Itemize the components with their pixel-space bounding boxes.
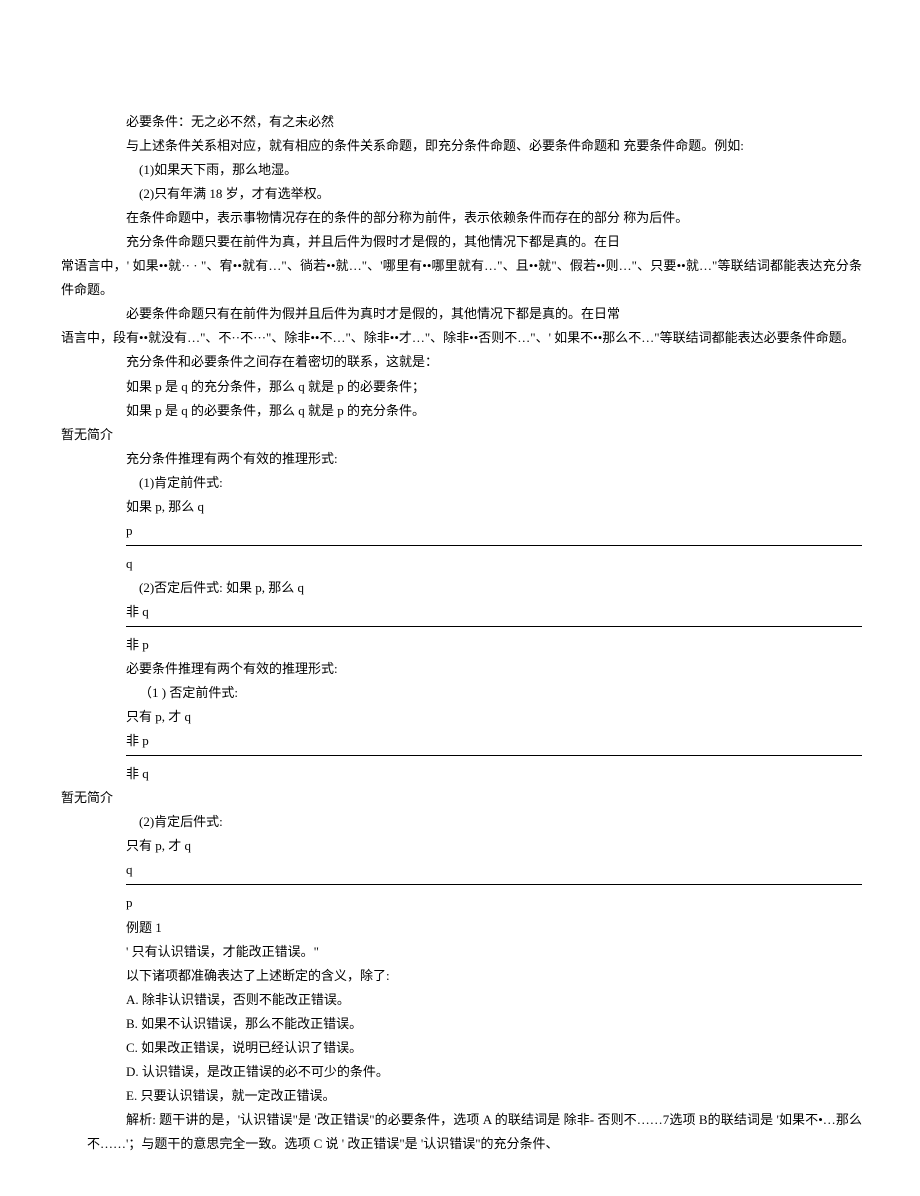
text-line: 在条件命题中，表示事物情况存在的条件的部分称为前件，表示依赖条件而存在的部分 称…	[100, 206, 862, 230]
text-line: 解析: 题干讲的是，'认识错误"是 '改正错误"的必要条件，选项 A 的联结词是…	[61, 1108, 862, 1156]
text-line: (2)否定后件式: 如果 p, 那么 q	[100, 576, 862, 600]
text-line: (1)肯定前件式:	[100, 471, 862, 495]
text-line: 充分条件和必要条件之间存在着密切的联系，这就是：	[100, 350, 862, 374]
text-line: ' 只有认识错误，才能改正错误。"	[100, 940, 862, 964]
text-line: 与上述条件关系相对应，就有相应的条件关系命题，即充分条件命题、必要条件命题和 充…	[100, 134, 862, 158]
text-line: 以下诸项都准确表达了上述断定的含义，除了:	[100, 964, 862, 988]
divider-wrapper	[100, 755, 862, 756]
text-line: 必要条件：无之必不然，有之未必然	[100, 110, 862, 134]
text-line: q	[100, 858, 862, 882]
text-line: 常语言中，' 如果••就·· · "、宥••就有…"、徜若••就…"、'哪里有•…	[61, 254, 862, 302]
horizontal-rule	[126, 884, 862, 885]
text-line: A. 除非认识错误，否则不能改正错误。	[100, 988, 862, 1012]
text-line: 非 p	[100, 729, 862, 753]
divider-wrapper	[100, 626, 862, 627]
text-line: 必要条件推理有两个有效的推理形式:	[100, 657, 862, 681]
text-line: 非 p	[100, 633, 862, 657]
document-body: 必要条件：无之必不然，有之未必然 与上述条件关系相对应，就有相应的条件关系命题，…	[100, 110, 862, 1156]
text-line: D. 认识错误，是改正错误的必不可少的条件。	[100, 1060, 862, 1084]
divider-wrapper	[100, 884, 862, 885]
text-line: 暂无简介	[61, 423, 862, 447]
text-line: 暂无简介	[61, 786, 862, 810]
text-line: B. 如果不认识错误，那么不能改正错误。	[100, 1012, 862, 1036]
text-line: q	[100, 552, 862, 576]
text-line: 充分条件命题只要在前件为真，并且后件为假时才是假的，其他情况下都是真的。在日	[100, 230, 862, 254]
text-line: 充分条件推理有两个有效的推理形式:	[100, 447, 862, 471]
text-line: 非 q	[100, 762, 862, 786]
text-line: (1)如果天下雨，那么地湿。	[100, 158, 862, 182]
horizontal-rule	[126, 545, 862, 546]
text-line: 如果 p, 那么 q	[100, 495, 862, 519]
text-line: p	[100, 519, 862, 543]
text-line: 只有 p, 才 q	[100, 834, 862, 858]
text-line: 语言中，段有••就没有…"、不··不···"、除非••不…"、除非••才…"、除…	[61, 326, 862, 350]
horizontal-rule	[126, 755, 862, 756]
text-line: E. 只要认识错误，就一定改正错误。	[100, 1084, 862, 1108]
text-line: 只有 p, 才 q	[100, 705, 862, 729]
divider-wrapper	[100, 545, 862, 546]
text-line: C. 如果改正错误，说明已经认识了错误。	[100, 1036, 862, 1060]
horizontal-rule	[126, 626, 862, 627]
text-line: 非 q	[100, 600, 862, 624]
text-line: （1 ) 否定前件式:	[100, 681, 862, 705]
text-line: (2)只有年满 18 岁，才有选举权。	[100, 182, 862, 206]
text-line: 如果 p 是 q 的必要条件，那么 q 就是 p 的充分条件。	[100, 399, 862, 423]
text-line: p	[100, 891, 862, 915]
text-line: 例题 1	[100, 916, 862, 940]
text-line: 如果 p 是 q 的充分条件，那么 q 就是 p 的必要条件；	[100, 375, 862, 399]
text-line: 必要条件命题只有在前件为假并且后件为真时才是假的，其他情况下都是真的。在日常	[100, 302, 862, 326]
text-line: (2)肯定后件式:	[100, 810, 862, 834]
